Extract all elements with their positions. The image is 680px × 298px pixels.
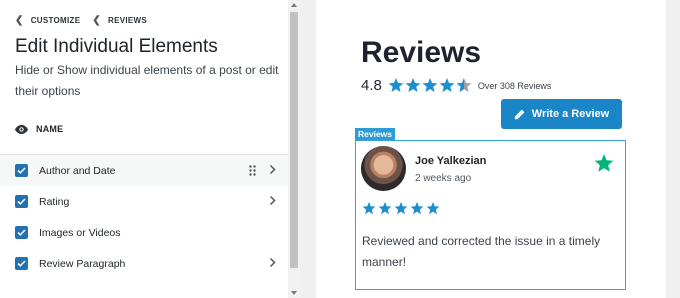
checkbox[interactable] <box>15 226 28 239</box>
rating-value: 4.8 <box>361 77 382 94</box>
drag-handle-icon[interactable] <box>249 165 256 176</box>
write-review-label: Write a Review <box>531 108 610 120</box>
list-item-label: Images or Videos <box>39 226 121 239</box>
star-icon <box>378 202 392 215</box>
review-count: Over 308 Reviews <box>477 80 552 91</box>
checkbox[interactable] <box>15 257 28 270</box>
breadcrumb-reviews[interactable]: REVIEWS <box>108 16 147 25</box>
list-item-label: Review Paragraph <box>39 257 126 270</box>
list-item-images-videos[interactable]: Images or Videos <box>0 217 288 248</box>
checkbox[interactable] <box>15 195 28 208</box>
breadcrumb-customize[interactable]: CUSTOMIZE <box>31 16 81 25</box>
panel-scrollbar[interactable] <box>288 0 300 298</box>
star-icon <box>394 202 408 215</box>
element-list: Author and Date Rating Images or Videos … <box>0 154 288 279</box>
chevron-right-icon[interactable] <box>269 195 276 206</box>
rating-stars <box>388 78 473 93</box>
star-icon <box>426 202 440 215</box>
scroll-down-icon[interactable] <box>291 291 297 295</box>
check-icon <box>17 229 26 236</box>
avatar <box>361 146 406 191</box>
reviews-title: Reviews <box>361 36 482 69</box>
section-header: NAME <box>15 124 63 134</box>
review-author: Joe Yalkezian <box>415 155 487 167</box>
scrollbar-thumb[interactable] <box>290 12 298 268</box>
chevron-right-icon[interactable] <box>269 257 276 268</box>
section-label: NAME <box>36 124 64 134</box>
review-date: 2 weeks ago <box>415 173 472 184</box>
preview-area: Reviews 4.8 Over 308 Reviews Write a Rev… <box>316 0 666 298</box>
review-stars <box>362 202 442 215</box>
star-icon <box>422 78 438 93</box>
panel-title: Edit Individual Elements <box>15 36 218 57</box>
star-icon <box>410 202 424 215</box>
review-text: Reviewed and corrected the issue in a ti… <box>362 234 601 269</box>
chevron-right-icon[interactable] <box>269 164 276 175</box>
half-star-icon <box>456 78 472 93</box>
star-icon <box>388 78 404 93</box>
check-icon <box>17 260 26 267</box>
breadcrumb: ❮ CUSTOMIZE ❮ REVIEWS <box>15 15 147 26</box>
star-icon <box>439 78 455 93</box>
chevron-left-icon[interactable]: ❮ <box>92 15 101 26</box>
panel-description: Hide or Show individual elements of a po… <box>15 63 279 98</box>
review-card[interactable]: Joe Yalkezian 2 weeks ago Reviewed and c… <box>355 140 626 290</box>
checkbox[interactable] <box>15 164 28 177</box>
list-item-rating[interactable]: Rating <box>0 186 288 217</box>
list-item-author-date[interactable]: Author and Date <box>0 155 288 186</box>
rating-summary: 4.8 Over 308 Reviews <box>361 77 551 94</box>
trustpilot-star-icon <box>594 154 614 172</box>
star-icon <box>405 78 421 93</box>
eye-icon[interactable] <box>15 124 28 134</box>
check-icon <box>17 198 26 205</box>
check-icon <box>17 167 26 174</box>
list-item-review-paragraph[interactable]: Review Paragraph <box>0 248 288 279</box>
customizer-panel: ❮ CUSTOMIZE ❮ REVIEWS Edit Individual El… <box>0 0 288 298</box>
chevron-left-icon[interactable]: ❮ <box>15 15 24 26</box>
list-item-label: Author and Date <box>39 164 116 177</box>
star-icon <box>362 202 376 215</box>
write-review-button[interactable]: Write a Review <box>501 99 622 129</box>
pencil-icon <box>514 109 525 119</box>
list-item-label: Rating <box>39 195 70 208</box>
scroll-up-icon[interactable] <box>291 3 297 7</box>
